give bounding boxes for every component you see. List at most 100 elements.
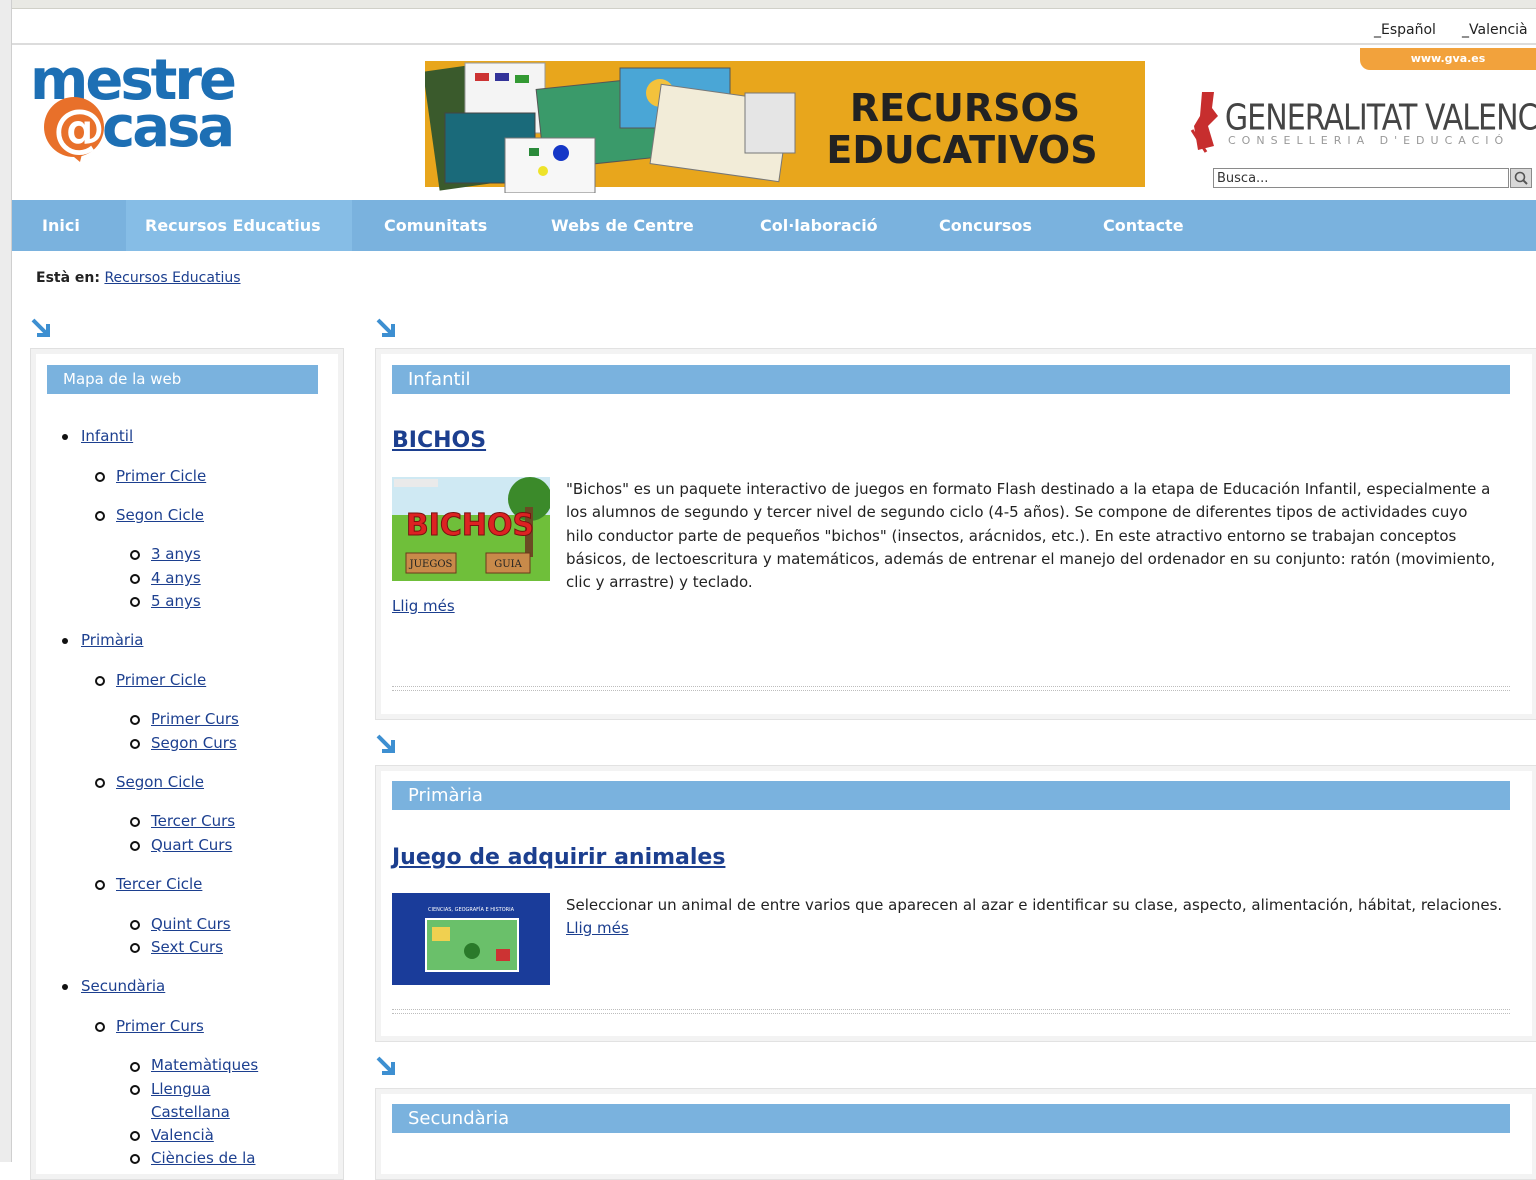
search-icon: [1514, 171, 1528, 185]
bullet-circle: [130, 1085, 140, 1095]
sitemap-link-quint-curs[interactable]: Quint Curs: [151, 915, 231, 933]
gva-link[interactable]: www.gva.es: [1360, 48, 1536, 70]
read-more-link-bichos[interactable]: Llig més: [392, 597, 455, 615]
svg-text:BICHOS: BICHOS: [406, 508, 534, 543]
bullet-circle: [130, 1154, 140, 1164]
breadcrumb-label: Està en:: [36, 270, 100, 286]
bullet-circle: [130, 715, 140, 725]
description-line: clic y arrastre) y teclado.: [566, 573, 753, 592]
sitemap-link-primaria-segon-cicle[interactable]: Segon Cicle: [116, 773, 204, 791]
sitemap-link-primaria[interactable]: Primària: [81, 631, 143, 649]
bullet-circle: [130, 739, 140, 749]
sitemap-link-5-anys[interactable]: 5 anys: [151, 592, 201, 610]
svg-text:EDUCATIVOS: EDUCATIVOS: [826, 128, 1097, 172]
svg-text:JUEGOS: JUEGOS: [409, 559, 453, 570]
search-button[interactable]: [1510, 168, 1532, 188]
sitemap-link-4-anys[interactable]: 4 anys: [151, 569, 201, 587]
svg-text:@: @: [53, 99, 105, 159]
resource-description-juego-animales: Seleccionar un animal de entre varios qu…: [566, 894, 1502, 917]
sitemap-link-sext-curs[interactable]: Sext Curs: [151, 938, 223, 956]
bullet-circle: [95, 472, 105, 482]
description-line: los alumnos de segundo y tercer nivel de…: [566, 503, 1468, 522]
bullet-circle: [130, 574, 140, 584]
language-bar: _Español _Valencià: [12, 9, 1536, 45]
bullet-circle: [95, 1022, 105, 1032]
nav-item-comunitats[interactable]: Comunitats: [384, 200, 487, 251]
svg-text:CONSELLERIA D'EDUCACIÓ: CONSELLERIA D'EDUCACIÓ: [1228, 134, 1509, 147]
section-divider: [392, 686, 1510, 691]
bullet-dot: [62, 434, 68, 440]
svg-text:RECURSOS: RECURSOS: [850, 86, 1080, 130]
nav-item-collaboracio[interactable]: Col·laboració: [760, 200, 878, 251]
sitemap-link-tercer-curs[interactable]: Tercer Curs: [151, 812, 235, 830]
bullet-dot: [62, 638, 68, 644]
sitemap-link-infantil-primer-cicle[interactable]: Primer Cicle: [116, 467, 206, 485]
search-input[interactable]: [1213, 168, 1509, 188]
bullet-circle: [130, 841, 140, 851]
arrow-down-right-icon: [376, 1056, 395, 1075]
language-link-valencia[interactable]: _Valencià: [1462, 22, 1528, 38]
bullet-circle: [130, 1062, 140, 1072]
recursos-educativos-banner[interactable]: RECURSOS EDUCATIVOS: [425, 53, 1145, 193]
bullet-circle: [130, 1131, 140, 1141]
bullet-circle: [130, 817, 140, 827]
breadcrumb: Està en: Recursos Educatius: [36, 270, 241, 286]
bullet-circle: [130, 943, 140, 953]
sitemap-link-primaria-tercer-cicle[interactable]: Tercer Cicle: [116, 875, 202, 893]
sitemap-link-llengua-castellana[interactable]: Llengua: [151, 1080, 210, 1098]
resource-title-bichos[interactable]: BICHOS: [392, 428, 486, 453]
description-line: "Bichos" es un paquete interactivo de ju…: [566, 480, 1491, 498]
nav-item-inici[interactable]: Inici: [42, 200, 80, 251]
browser-top-edge: [0, 0, 1536, 9]
nav-item-webs-de-centre[interactable]: Webs de Centre: [551, 200, 694, 251]
svg-text:GENERALITAT VALENCIANA: GENERALITAT VALENCIANA: [1225, 96, 1536, 138]
sitemap-link-3-anys[interactable]: 3 anys: [151, 545, 201, 563]
bullet-circle: [95, 676, 105, 686]
svg-text:GUIA: GUIA: [494, 559, 522, 570]
section-divider: [392, 1009, 1510, 1014]
sitemap-link-primer-curs[interactable]: Primer Curs: [151, 710, 239, 728]
bichos-thumbnail[interactable]: BICHOS JUEGOS GUIA: [392, 477, 550, 581]
language-link-espanol[interactable]: _Español: [1374, 22, 1436, 38]
svg-text:CIENCIAS, GEOGRAFÍA E HISTORIA: CIENCIAS, GEOGRAFÍA E HISTORIA: [428, 906, 515, 913]
juego-animales-thumbnail[interactable]: CIENCIAS, GEOGRAFÍA E HISTORIA: [392, 893, 550, 985]
sitemap-link-quart-curs[interactable]: Quart Curs: [151, 836, 232, 854]
sitemap-link-matematiques[interactable]: Matemàtiques: [151, 1056, 258, 1074]
bullet-circle: [95, 511, 105, 521]
description-line: hilo conductor parte de pequeños "bichos…: [566, 526, 1457, 545]
sitemap-link-primaria-primer-cicle[interactable]: Primer Cicle: [116, 671, 206, 689]
breadcrumb-link-recursos-educatius[interactable]: Recursos Educatius: [104, 270, 240, 286]
arrow-down-right-icon: [31, 318, 50, 337]
sitemap-link-infantil[interactable]: Infantil: [81, 427, 133, 445]
bullet-circle: [95, 778, 105, 788]
bullet-circle: [130, 920, 140, 930]
mestre-a-casa-logo[interactable]: mestre @ casa: [28, 54, 298, 174]
nav-item-concursos[interactable]: Concursos: [939, 200, 1032, 251]
bullet-circle: [130, 550, 140, 560]
sitemap-link-infantil-segon-cicle[interactable]: Segon Cicle: [116, 506, 204, 524]
nav-item-contacte[interactable]: Contacte: [1103, 200, 1184, 251]
resource-title-juego-adquirir-animales[interactable]: Juego de adquirir animales: [392, 845, 725, 870]
description-line: Seleccionar un animal de entre varios qu…: [566, 896, 1503, 914]
section-heading-secundaria: Secundària: [392, 1104, 1510, 1133]
generalitat-valenciana-logo[interactable]: GENERALITAT VALENCIANA CONSELLERIA D'EDU…: [1188, 86, 1536, 156]
svg-text:casa: casa: [102, 95, 232, 160]
secundaria-panel: [375, 1088, 1536, 1180]
browser-left-edge: [0, 0, 12, 1162]
read-more-link-juego-animales[interactable]: Llig més: [566, 919, 629, 937]
sitemap-link-secundaria-primer-curs[interactable]: Primer Curs: [116, 1017, 204, 1035]
arrow-down-right-icon: [376, 318, 395, 337]
arrow-down-right-icon: [376, 734, 395, 753]
sitemap-link-llengua-castellana-cont[interactable]: Castellana: [151, 1103, 230, 1121]
sitemap-link-valencia[interactable]: Valencià: [151, 1126, 214, 1144]
bullet-dot: [62, 984, 68, 990]
bullet-circle: [130, 597, 140, 607]
resource-description-bichos: "Bichos" es un paquete interactivo de ju…: [566, 478, 1495, 594]
section-heading-infantil: Infantil: [392, 365, 1510, 394]
sitemap-link-secundaria[interactable]: Secundària: [81, 977, 165, 995]
sitemap-link-segon-curs[interactable]: Segon Curs: [151, 734, 237, 752]
nav-item-recursos-educatius[interactable]: Recursos Educatius: [145, 200, 321, 251]
bullet-circle: [95, 880, 105, 890]
sitemap-link-ciencies[interactable]: Ciències de la: [151, 1149, 255, 1167]
main-navigation: Inici Recursos Educatius Comunitats Webs…: [12, 200, 1536, 251]
